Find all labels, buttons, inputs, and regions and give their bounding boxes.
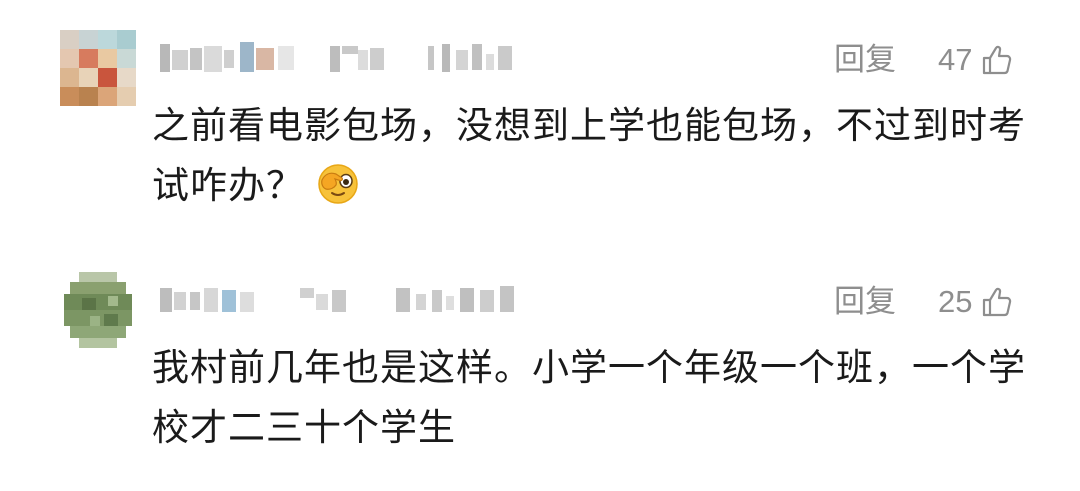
comment-text: 我村前几年也是这样。小学一个年级一个班，一个学 校才二三十个学生 xyxy=(152,338,1032,458)
comment-text-line: 校才二三十个学生 xyxy=(152,406,456,449)
comment-text-line: 试咋办？ xyxy=(152,164,304,207)
reply-button[interactable]: 回复 xyxy=(834,282,896,322)
avatar[interactable] xyxy=(60,30,136,106)
comment-text-line: 之前看电影包场，没想到上学也能包场，不过到时考 xyxy=(152,104,1026,147)
username-pixelated[interactable] xyxy=(160,40,560,76)
like-count: 47 xyxy=(938,42,973,77)
thumbs-up-icon xyxy=(983,287,1012,317)
like-button[interactable]: 47 xyxy=(938,40,1014,80)
comment-text: 之前看电影包场，没想到上学也能包场，不过到时考 试咋办？ xyxy=(152,96,1032,216)
username-pixelated[interactable] xyxy=(160,282,560,318)
avatar[interactable] xyxy=(60,272,136,348)
comment-text-line-with-emoji: 试咋办？ xyxy=(152,156,1032,216)
face-peeking-emoji-icon xyxy=(318,163,358,204)
like-count: 25 xyxy=(938,284,973,319)
like-button[interactable]: 25 xyxy=(938,282,1014,322)
comment-text-line: 我村前几年也是这样。小学一个年级一个班，一个学 xyxy=(152,346,1026,389)
thumbs-up-icon xyxy=(983,45,1012,75)
reply-button[interactable]: 回复 xyxy=(834,40,896,80)
